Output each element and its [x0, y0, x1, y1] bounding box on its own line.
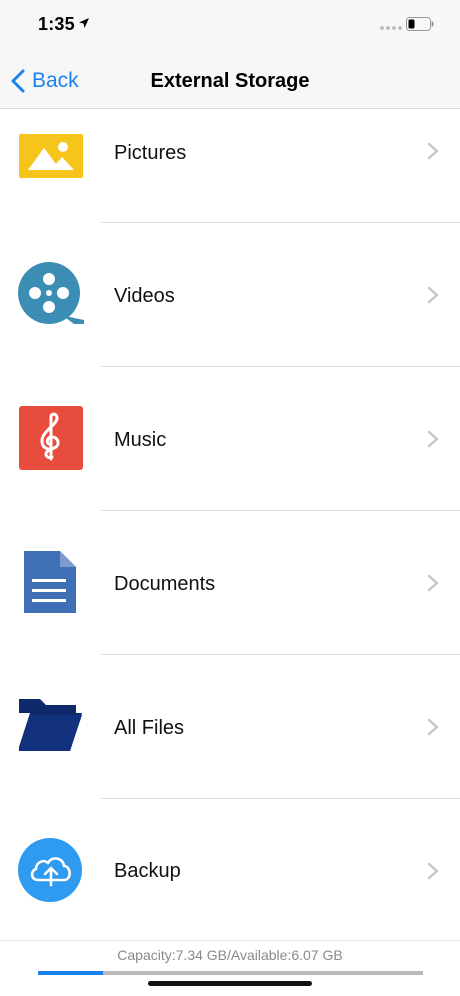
pictures-icon: [19, 134, 83, 178]
chevron-right-icon: [427, 718, 439, 736]
list-item-label: Pictures: [114, 142, 187, 164]
status-bar: 1:35: [0, 0, 460, 50]
chevron-right-icon: [427, 286, 439, 304]
list-item-all-files[interactable]: All Files: [0, 655, 460, 799]
list-item-documents[interactable]: Documents: [0, 511, 460, 655]
status-time: 1:35: [38, 14, 75, 34]
list-item-label: Backup: [114, 860, 181, 882]
storage-usage-bar: [38, 971, 423, 975]
battery-icon: [406, 17, 434, 31]
chevron-right-icon: [427, 862, 439, 880]
chevron-right-icon: [427, 574, 439, 592]
signal-dots-icon: [380, 26, 402, 30]
capacity-text: Capacity:7.34 GB/Available:6.07 GB: [117, 947, 343, 963]
list-item-videos[interactable]: Videos: [0, 223, 460, 367]
storage-usage-fill: [38, 971, 104, 975]
list-item-label: All Files: [114, 717, 185, 739]
storage-footer: Capacity:7.34 GB/Available:6.07 GB: [0, 940, 460, 996]
music-icon: [19, 406, 83, 470]
home-indicator[interactable]: [148, 981, 312, 986]
list-item-backup[interactable]: Backup: [0, 799, 460, 943]
list-item-label: Videos: [114, 285, 175, 307]
folder-icon: [19, 699, 82, 751]
list-item-music[interactable]: Music: [0, 367, 460, 511]
list-item-label: Documents: [114, 573, 216, 595]
chevron-right-icon: [427, 430, 439, 448]
list-item-pictures[interactable]: Pictures: [0, 79, 460, 223]
location-arrow-icon: [79, 18, 89, 28]
cloud-upload-icon: [18, 838, 82, 902]
chevron-right-icon: [427, 142, 439, 160]
documents-icon: [24, 551, 76, 613]
list-item-label: Music: [114, 429, 167, 451]
videos-icon: [18, 262, 84, 324]
